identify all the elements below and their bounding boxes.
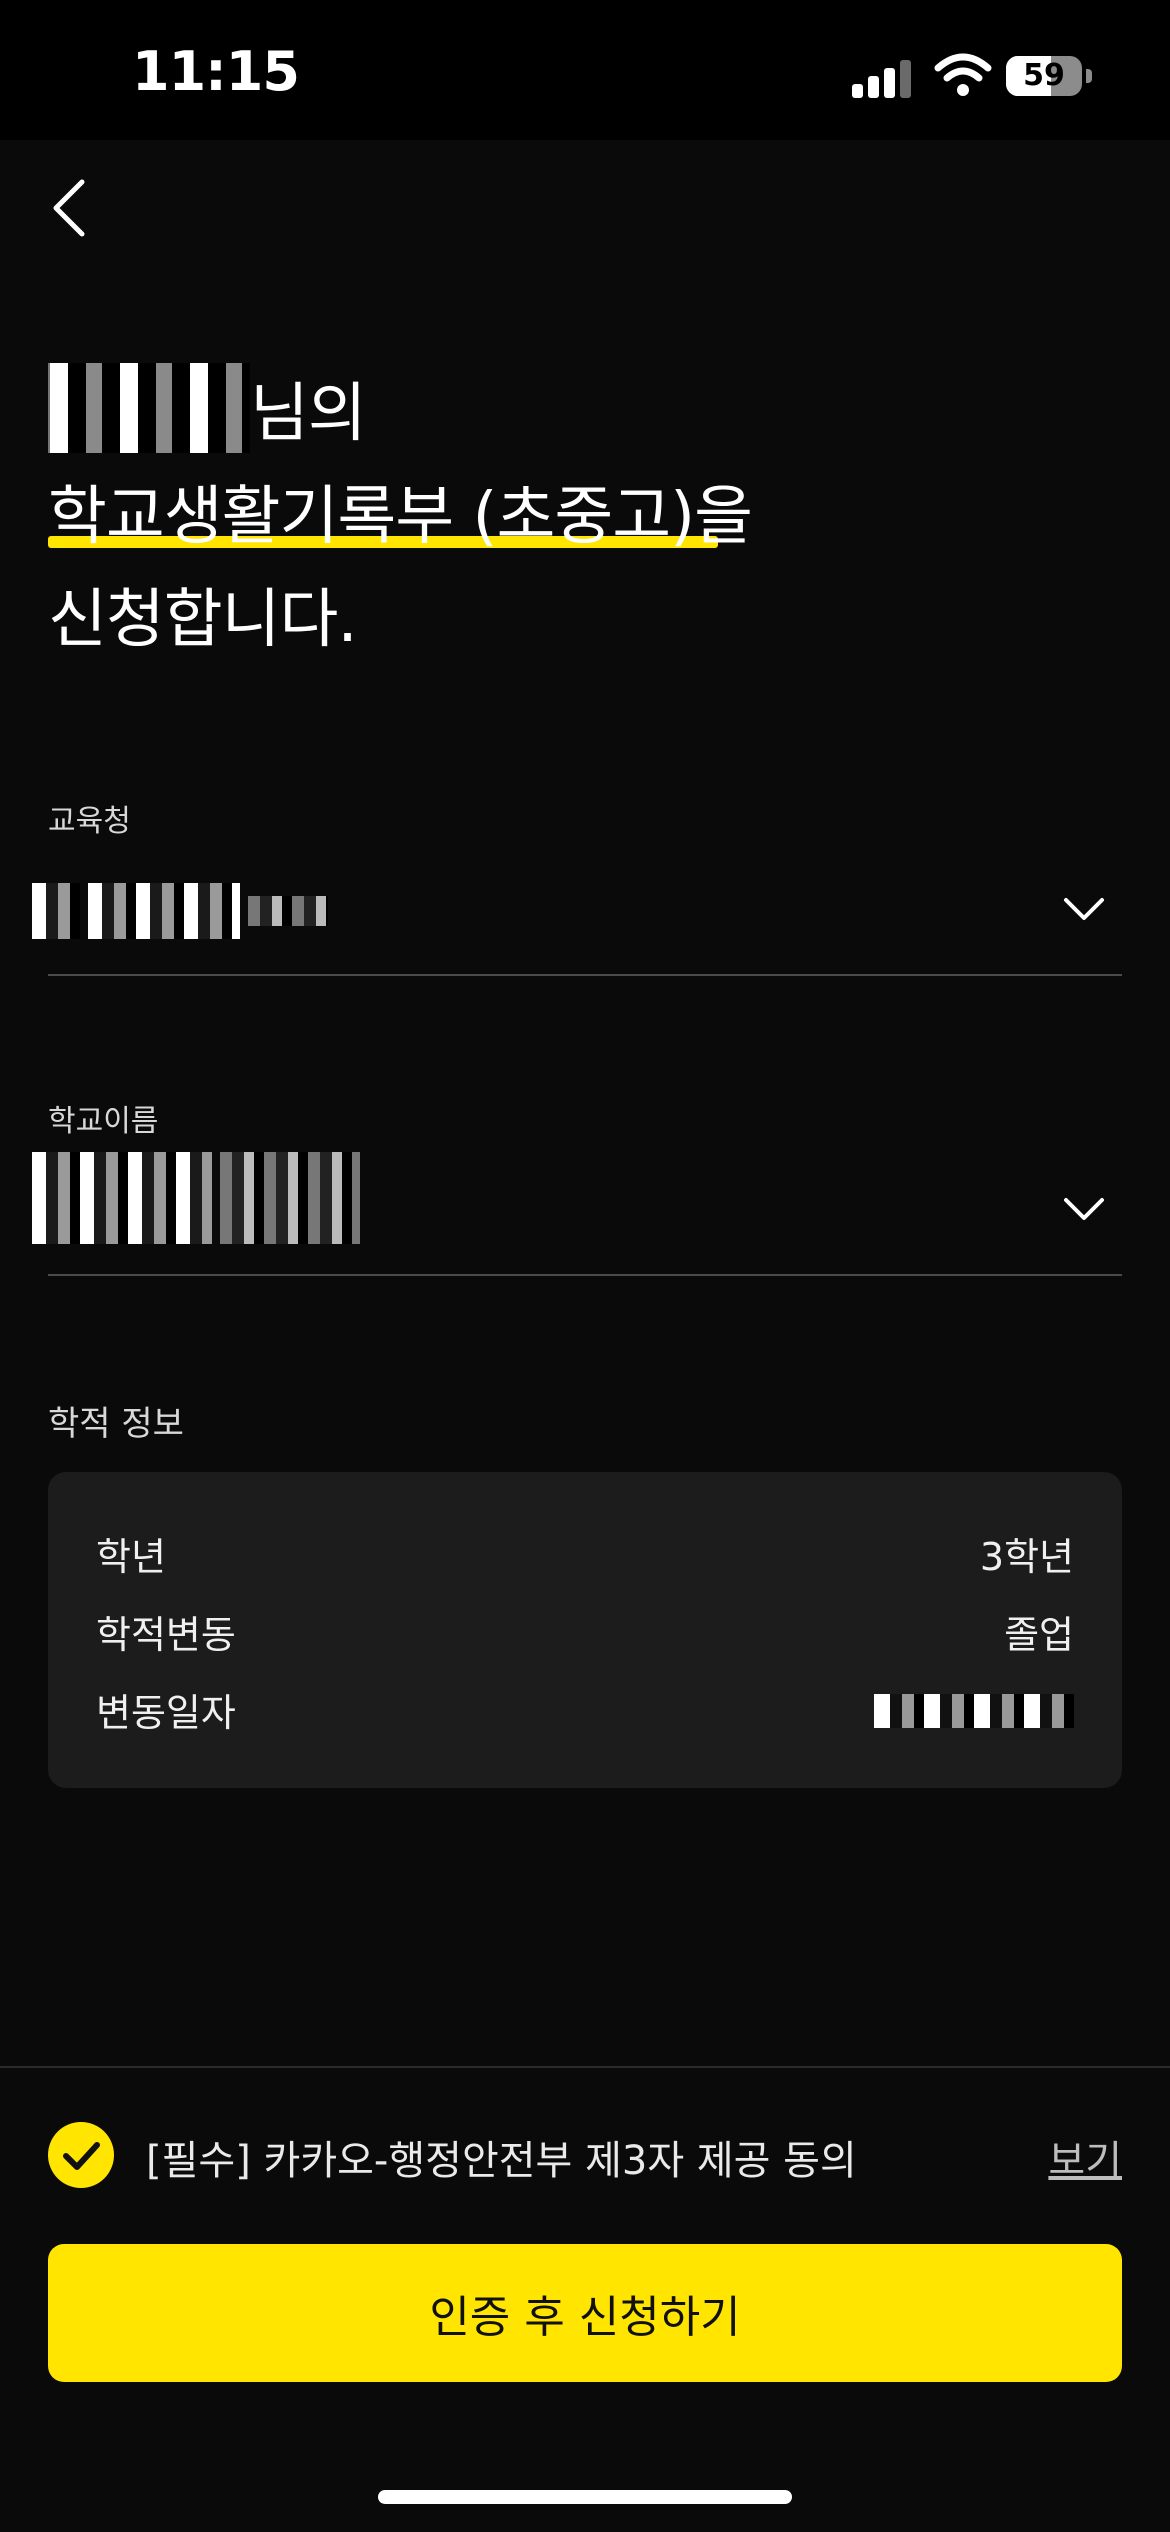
view-terms-link[interactable]: 보기 <box>1048 2128 1122 2186</box>
education-office-select[interactable] <box>32 876 336 946</box>
redacted-date <box>874 1694 1074 1728</box>
object-particle: 을 <box>694 480 753 554</box>
info-value: 3학년 <box>979 1535 1074 1579</box>
info-label: 학년 <box>96 1535 166 1579</box>
education-office-label: 교육청 <box>48 804 131 839</box>
headline-line-1: 님의 <box>48 362 367 454</box>
consent-checkbox[interactable] <box>48 2122 114 2188</box>
chevron-left-icon <box>53 179 85 237</box>
wifi-icon <box>934 52 992 98</box>
document-name: 학교생활기록부 (초중고) <box>48 480 695 554</box>
verify-and-apply-button[interactable]: 인증 후 신청하기 <box>48 2244 1122 2382</box>
checkmark-icon <box>63 2142 100 2170</box>
info-row-change-date: 변동일자 <box>96 1672 1074 1735</box>
school-name-label: 학교이름 <box>48 1104 159 1139</box>
redacted-user-name <box>48 363 250 453</box>
name-suffix: 님의 <box>250 377 367 451</box>
info-label: 변동일자 <box>96 1691 236 1735</box>
redacted-value <box>32 1152 212 1244</box>
consent-text: [필수] 카카오-행정안전부 제3자 제공 동의 <box>146 2138 857 2184</box>
academic-info-title: 학적 정보 <box>48 1404 184 1444</box>
academic-info-card: 학년 3학년 학적변동 졸업 변동일자 <box>48 1472 1122 1788</box>
status-time: 11:15 <box>132 40 300 103</box>
bottom-divider <box>0 2066 1170 2068</box>
chevron-down-icon[interactable] <box>1062 1194 1106 1224</box>
home-indicator <box>378 2490 792 2504</box>
info-row-grade: 학년 3학년 <box>96 1516 1074 1579</box>
battery-percent: 59 <box>1023 58 1065 93</box>
info-label: 학적변동 <box>96 1613 236 1657</box>
back-button[interactable] <box>40 170 100 240</box>
chevron-down-icon[interactable] <box>1062 894 1106 924</box>
redacted-value <box>32 883 80 939</box>
headline-line-2: 학교생활기록부 (초중고)을 <box>48 465 753 557</box>
school-name-underline <box>48 1274 1122 1276</box>
info-value: 졸업 <box>1004 1613 1074 1657</box>
school-name-select[interactable] <box>32 1148 368 1248</box>
battery-icon: 59 <box>1006 56 1096 98</box>
info-row-status-change: 학적변동 졸업 <box>96 1594 1074 1657</box>
headline-line-3: 신청합니다. <box>48 583 358 657</box>
education-office-underline <box>48 974 1122 976</box>
cellular-signal-icon <box>852 56 916 98</box>
